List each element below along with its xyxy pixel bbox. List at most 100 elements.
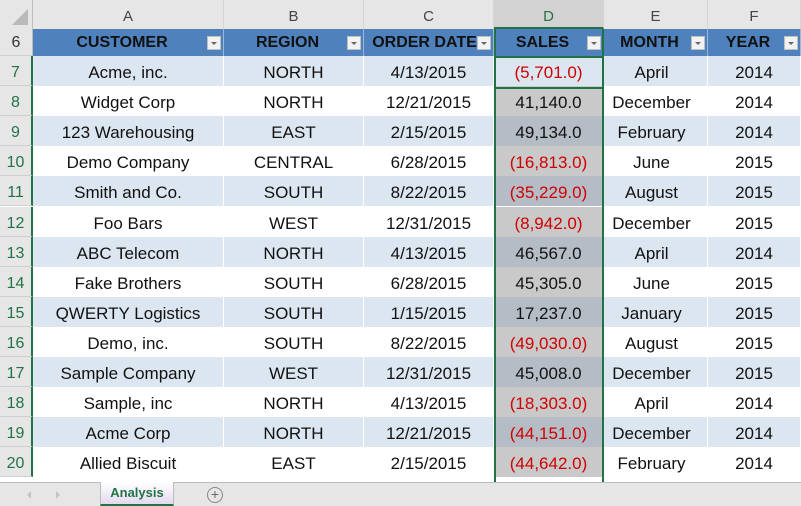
cell-order-date[interactable]: 8/22/2015 (364, 326, 494, 357)
cell-customer[interactable]: Demo, inc. (33, 326, 224, 357)
table-header-cell[interactable]: YEAR (708, 29, 801, 56)
table-header-cell[interactable]: REGION (224, 29, 364, 56)
cell-sales[interactable]: 45,305.0 (494, 266, 604, 297)
row-header[interactable]: 13 (0, 236, 33, 267)
row-header[interactable]: 19 (0, 417, 33, 448)
cell-customer[interactable]: Sample, inc (33, 387, 224, 418)
cell-month[interactable]: February (604, 116, 708, 147)
row-header[interactable]: 14 (0, 266, 33, 297)
cell-sales[interactable]: (18,303.0) (494, 387, 604, 418)
filter-dropdown-icon[interactable] (587, 36, 601, 50)
cell-region[interactable]: SOUTH (224, 296, 364, 327)
cell-month[interactable]: June (604, 266, 708, 297)
cell-customer[interactable]: Foo Bars (33, 206, 224, 237)
cell-month[interactable]: April (604, 56, 708, 87)
cell-sales[interactable]: 46,567.0 (494, 236, 604, 267)
cell-customer[interactable]: Allied Biscuit (33, 447, 224, 478)
cell-month[interactable]: April (604, 387, 708, 418)
cell-region[interactable]: NORTH (224, 236, 364, 267)
cell-order-date[interactable]: 4/13/2015 (364, 387, 494, 418)
cell-year[interactable]: 2014 (708, 447, 801, 478)
cell-order-date[interactable]: 4/13/2015 (364, 56, 494, 87)
cell-sales[interactable]: 41,140.0 (494, 86, 604, 117)
cell-month[interactable]: January (604, 296, 708, 327)
row-header[interactable]: 12 (0, 206, 33, 237)
cell-region[interactable]: WEST (224, 357, 364, 388)
cell-order-date[interactable]: 12/21/2015 (364, 86, 494, 117)
cell-customer[interactable]: Demo Company (33, 146, 224, 177)
cell-sales[interactable]: (5,701.0) (494, 56, 604, 87)
column-header-d[interactable]: D (494, 0, 604, 29)
row-header[interactable]: 9 (0, 116, 33, 147)
cell-order-date[interactable]: 12/31/2015 (364, 206, 494, 237)
cell-region[interactable]: NORTH (224, 387, 364, 418)
table-header-cell[interactable]: ORDER DATE (364, 29, 494, 56)
row-header[interactable]: 17 (0, 357, 33, 388)
cell-month[interactable]: April (604, 236, 708, 267)
cell-customer[interactable]: Fake Brothers (33, 266, 224, 297)
cell-region[interactable]: SOUTH (224, 266, 364, 297)
cell-month[interactable]: December (604, 417, 708, 448)
column-header-a[interactable]: A (33, 0, 224, 29)
row-header[interactable]: 11 (0, 176, 33, 207)
cell-region[interactable]: NORTH (224, 417, 364, 448)
column-header-b[interactable]: B (224, 0, 364, 29)
cell-year[interactable]: 2015 (708, 326, 801, 357)
filter-dropdown-icon[interactable] (347, 36, 361, 50)
column-header-f[interactable]: F (708, 0, 801, 29)
cell-year[interactable]: 2014 (708, 236, 801, 267)
cell-order-date[interactable]: 2/15/2015 (364, 447, 494, 478)
cell-region[interactable]: EAST (224, 116, 364, 147)
cell-year[interactable]: 2014 (708, 387, 801, 418)
cell-order-date[interactable]: 2/15/2015 (364, 116, 494, 147)
cell-year[interactable]: 2015 (708, 266, 801, 297)
column-header-c[interactable]: C (364, 0, 494, 29)
table-header-cell[interactable]: SALES (494, 29, 604, 56)
filter-dropdown-icon[interactable] (691, 36, 705, 50)
cell-month[interactable]: August (604, 326, 708, 357)
cell-month[interactable]: August (604, 176, 708, 207)
filter-dropdown-icon[interactable] (207, 36, 221, 50)
cell-year[interactable]: 2015 (708, 206, 801, 237)
cell-order-date[interactable]: 8/22/2015 (364, 176, 494, 207)
cell-month[interactable]: February (604, 447, 708, 478)
table-header-cell[interactable]: MONTH (604, 29, 708, 56)
cell-year[interactable]: 2015 (708, 357, 801, 388)
cell-year[interactable]: 2014 (708, 56, 801, 87)
cell-customer[interactable]: Widget Corp (33, 86, 224, 117)
cell-region[interactable]: NORTH (224, 56, 364, 87)
cell-sales[interactable]: (8,942.0) (494, 206, 604, 237)
cell-order-date[interactable]: 6/28/2015 (364, 146, 494, 177)
cell-order-date[interactable]: 12/31/2015 (364, 357, 494, 388)
cell-customer[interactable]: Sample Company (33, 357, 224, 388)
cell-order-date[interactable]: 4/13/2015 (364, 236, 494, 267)
cell-region[interactable]: SOUTH (224, 326, 364, 357)
cell-region[interactable]: EAST (224, 447, 364, 478)
cell-year[interactable]: 2015 (708, 146, 801, 177)
cell-sales[interactable]: 17,237.0 (494, 296, 604, 327)
cell-customer[interactable]: Smith and Co. (33, 176, 224, 207)
filter-dropdown-icon[interactable] (784, 36, 798, 50)
row-header[interactable]: 10 (0, 146, 33, 177)
filter-dropdown-icon[interactable] (477, 36, 491, 50)
cell-month[interactable]: June (604, 146, 708, 177)
cell-customer[interactable]: Acme Corp (33, 417, 224, 448)
sheet-tab-analysis[interactable]: Analysis (100, 482, 174, 506)
scroll-tabs-left-icon[interactable] (27, 491, 31, 499)
cell-order-date[interactable]: 6/28/2015 (364, 266, 494, 297)
cell-region[interactable]: CENTRAL (224, 146, 364, 177)
cell-month[interactable]: December (604, 86, 708, 117)
cell-region[interactable]: NORTH (224, 86, 364, 117)
column-header-e[interactable]: E (604, 0, 708, 29)
add-sheet-plus-icon[interactable]: + (207, 487, 223, 503)
row-header[interactable]: 18 (0, 387, 33, 418)
row-header[interactable]: 6 (0, 29, 33, 56)
row-header[interactable]: 20 (0, 447, 33, 478)
select-all-button[interactable] (0, 0, 33, 29)
row-header[interactable]: 15 (0, 296, 33, 327)
cell-customer[interactable]: 123 Warehousing (33, 116, 224, 147)
cell-sales[interactable]: (16,813.0) (494, 146, 604, 177)
cell-sales[interactable]: (44,642.0) (494, 447, 604, 478)
cell-year[interactable]: 2015 (708, 296, 801, 327)
row-header[interactable]: 16 (0, 326, 33, 357)
